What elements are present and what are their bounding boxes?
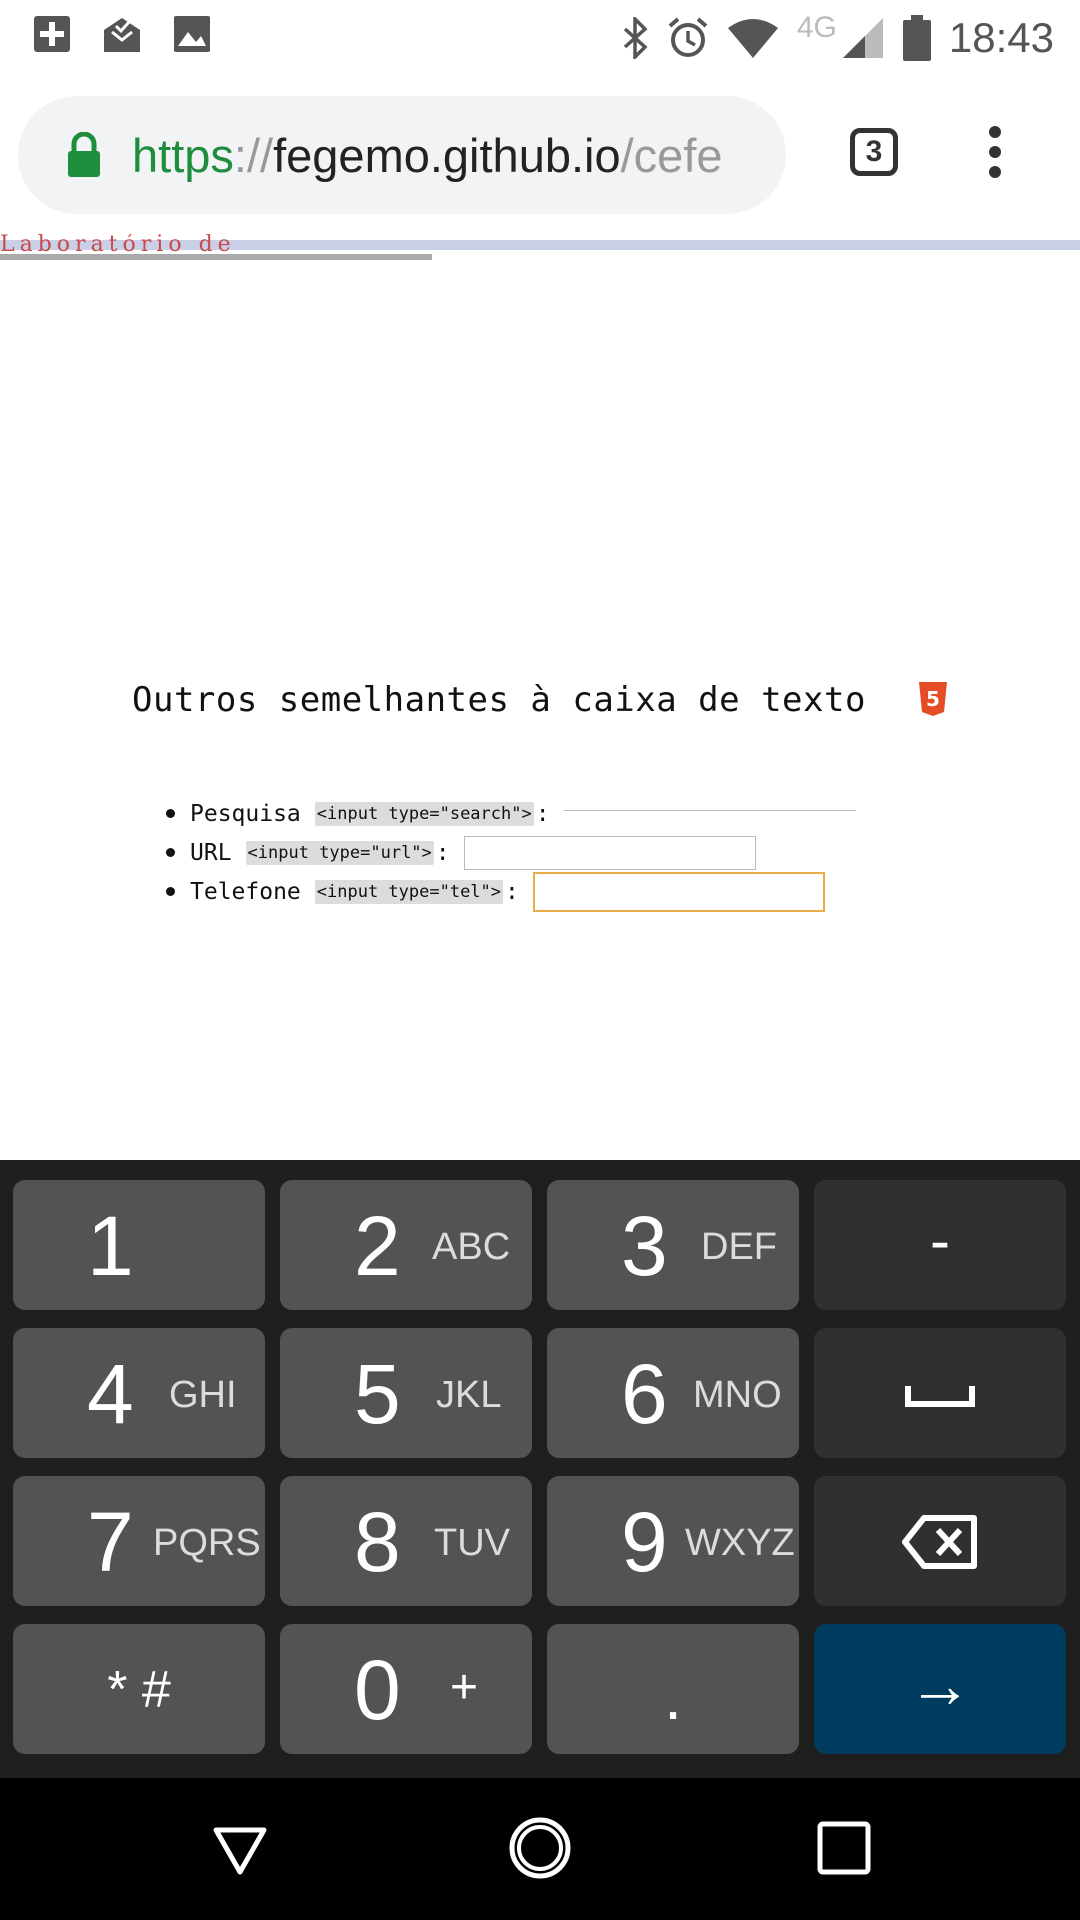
- arrow-right-icon: →: [908, 1649, 972, 1721]
- key-digit: 3: [621, 1199, 668, 1293]
- search-input[interactable]: [563, 776, 856, 811]
- wifi-icon: [727, 19, 778, 58]
- bluetooth-icon: [623, 17, 648, 59]
- notification-icons: [32, 14, 212, 54]
- item-suffix: :: [535, 800, 550, 827]
- list-item-url: URL <input type="url"> :: [166, 833, 856, 872]
- key-space[interactable]: [814, 1328, 1066, 1458]
- key-backspace[interactable]: [814, 1476, 1066, 1606]
- key-1[interactable]: 1: [13, 1180, 265, 1310]
- signal-icon: [842, 18, 883, 58]
- key-digit: 2: [354, 1199, 401, 1293]
- key-star-hash[interactable]: * #: [13, 1624, 265, 1754]
- key-4[interactable]: 4 GHI: [13, 1328, 265, 1458]
- key-dash[interactable]: -: [814, 1180, 1066, 1310]
- key-letters: JKL: [436, 1374, 502, 1416]
- key-symbol: .: [664, 1661, 682, 1733]
- mail-open-icon: [104, 18, 140, 52]
- key-letters: PQRS: [153, 1522, 261, 1564]
- system-icons: 4G 18:43: [623, 10, 1054, 66]
- page-heading: Outros semelhantes à caixa de texto: [132, 680, 866, 720]
- key-letters: MNO: [693, 1374, 782, 1416]
- key-symbol: * #: [107, 1661, 171, 1719]
- item-label: Pesquisa: [190, 800, 301, 827]
- key-digit: 1: [87, 1199, 134, 1293]
- key-digit: 8: [354, 1495, 401, 1589]
- bullet: [166, 887, 175, 896]
- code-snippet: <input type="search">: [314, 801, 534, 826]
- backspace-icon: [902, 1515, 977, 1569]
- key-letters: ABC: [432, 1226, 511, 1268]
- web-page: Laboratório de Programação Web Outros se…: [0, 234, 1080, 1160]
- bullet: [166, 848, 175, 857]
- key-digit: 4: [87, 1347, 134, 1441]
- key-7[interactable]: 7 PQRS: [13, 1476, 265, 1606]
- item-label: URL: [190, 839, 232, 866]
- address-bar[interactable]: https://fegemo.github.io/cefe: [18, 96, 786, 214]
- key-digit: 9: [621, 1495, 668, 1589]
- key-letters: DEF: [701, 1226, 777, 1268]
- key-digit: 0: [354, 1643, 401, 1737]
- tab-switcher-button[interactable]: 3: [850, 128, 898, 176]
- space-icon: [905, 1386, 975, 1407]
- key-next[interactable]: →: [814, 1624, 1066, 1754]
- browser-toolbar: https://fegemo.github.io/cefe 3: [0, 76, 1080, 238]
- bullet: [166, 809, 175, 818]
- item-label: Telefone: [190, 878, 301, 905]
- numeric-keyboard: 1 2 ABC 3 DEF - 4 GHI 5 JKL 6 MNO 7 PQRS…: [0, 1160, 1080, 1778]
- recents-square-icon[interactable]: [814, 1818, 874, 1878]
- key-period[interactable]: .: [547, 1624, 799, 1754]
- key-9[interactable]: 9 WXYZ: [547, 1476, 799, 1606]
- list-item-tel: Telefone <input type="tel"> :: [166, 871, 856, 912]
- url-path: /cefe: [620, 128, 723, 182]
- alarm-icon: [668, 17, 708, 57]
- url-scheme: https: [132, 128, 234, 182]
- system-nav-bar: [0, 1778, 1080, 1920]
- key-6[interactable]: 6 MNO: [547, 1328, 799, 1458]
- key-5[interactable]: 5 JKL: [280, 1328, 532, 1458]
- key-letters: WXYZ: [685, 1522, 795, 1564]
- clock: 18:43: [948, 14, 1054, 61]
- key-digit: 7: [87, 1495, 134, 1589]
- more-menu-icon[interactable]: [980, 122, 1010, 182]
- key-letters: GHI: [169, 1374, 237, 1416]
- key-0[interactable]: 0 +: [280, 1624, 532, 1754]
- url-host: fegemo.github.io: [273, 128, 621, 182]
- code-snippet: <input type="tel">: [314, 879, 504, 904]
- svg-text:5: 5: [926, 687, 940, 711]
- image-icon: [174, 16, 210, 52]
- back-triangle-icon[interactable]: [210, 1818, 270, 1878]
- key-letters: TUV: [434, 1522, 510, 1564]
- item-suffix: :: [505, 878, 519, 905]
- key-3[interactable]: 3 DEF: [547, 1180, 799, 1310]
- key-digit: 5: [354, 1347, 401, 1441]
- tel-input[interactable]: [532, 871, 825, 912]
- battery-icon: [902, 15, 931, 61]
- status-bar: 4G 18:43: [0, 0, 1080, 76]
- key-2[interactable]: 2 ABC: [280, 1180, 532, 1310]
- lock-icon[interactable]: [66, 132, 102, 178]
- html5-icon: 5: [919, 682, 947, 716]
- url-input[interactable]: [463, 835, 756, 870]
- code-snippet: <input type="url">: [245, 840, 434, 865]
- network-type: 4G: [796, 11, 837, 44]
- item-suffix: :: [435, 839, 450, 866]
- key-digit: 6: [621, 1347, 668, 1441]
- plus-box-icon: [34, 16, 70, 52]
- key-8[interactable]: 8 TUV: [280, 1476, 532, 1606]
- url-separator: ://: [233, 128, 274, 182]
- key-letters: +: [450, 1661, 479, 1714]
- list-item-search: Pesquisa <input type="search"> :: [166, 776, 856, 833]
- input-types-list: Pesquisa <input type="search"> : URL <in…: [166, 754, 856, 912]
- home-circle-icon[interactable]: [508, 1816, 572, 1880]
- banner-title[interactable]: Laboratório de Programação Web: [0, 234, 432, 260]
- url-text[interactable]: https://fegemo.github.io/cefe: [132, 128, 723, 183]
- key-symbol: -: [930, 1207, 950, 1274]
